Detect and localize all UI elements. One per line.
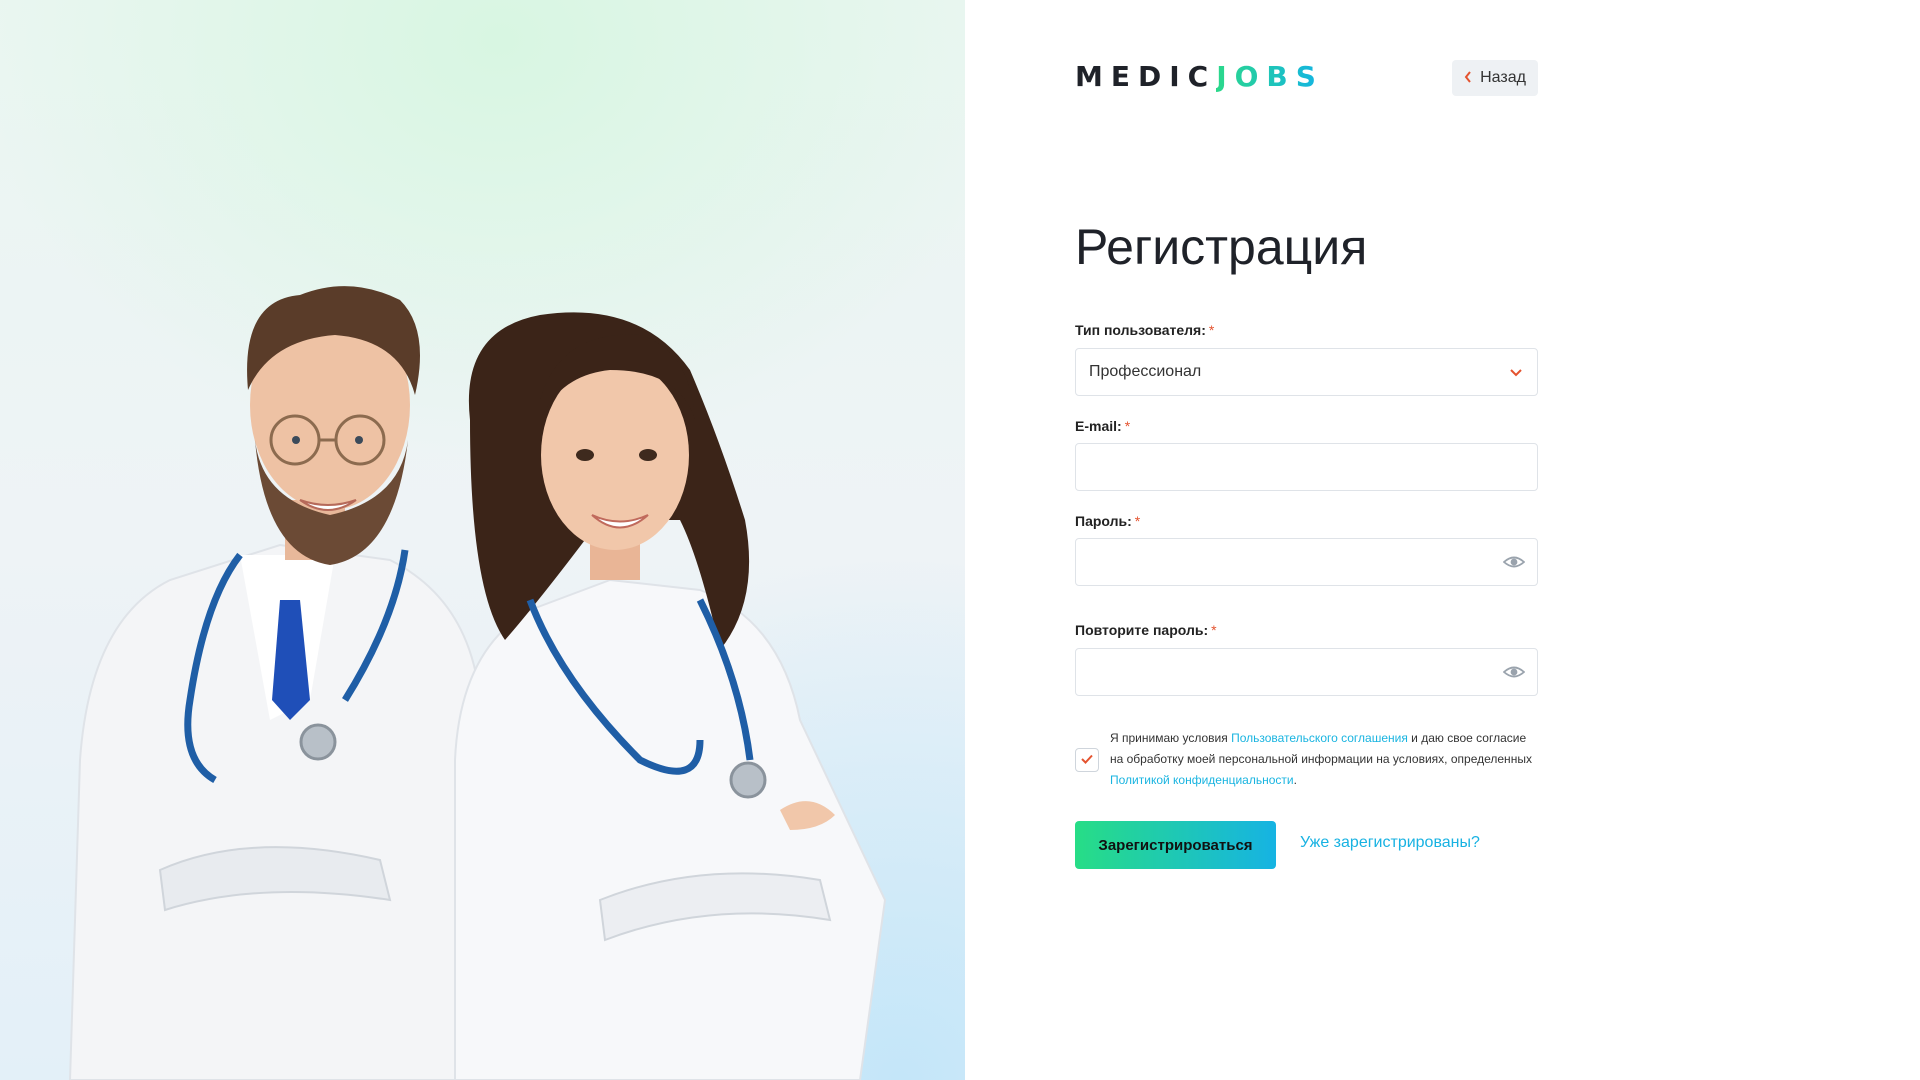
- hero-image-panel: [0, 0, 965, 1080]
- password-repeat-label-text: Повторите пароль:: [1075, 622, 1209, 638]
- required-mark: *: [1124, 418, 1131, 434]
- email-field[interactable]: [1076, 444, 1537, 490]
- required-mark: *: [1208, 322, 1215, 338]
- eye-icon[interactable]: [1502, 663, 1526, 686]
- logo-part-1: MEDIC: [1075, 60, 1217, 93]
- password-repeat-field[interactable]: [1076, 649, 1537, 695]
- back-button-label: Назад: [1480, 69, 1526, 86]
- email-field-wrapper: [1075, 443, 1538, 491]
- password-repeat-label: Повторите пароль: *: [1075, 622, 1217, 638]
- required-mark: *: [1211, 622, 1217, 638]
- chevron-left-icon: [1464, 70, 1472, 86]
- required-mark: *: [1134, 513, 1141, 529]
- consent-text-1: Я принимаю условия: [1110, 731, 1232, 745]
- female-doctor: [454, 312, 887, 1080]
- consent-text-3: .: [1293, 773, 1297, 787]
- privacy-policy-link[interactable]: Политикой конфиденциальности: [1110, 773, 1294, 787]
- checkmark-icon: [1081, 751, 1093, 769]
- consent-text: Я принимаю условия Пользовательского сог…: [1110, 728, 1540, 791]
- user-type-label: Тип пользователя: *: [1075, 322, 1214, 338]
- password-field[interactable]: [1076, 539, 1537, 585]
- password-label: Пароль: *: [1075, 513, 1140, 529]
- password-label-text: Пароль:: [1075, 513, 1132, 529]
- register-button[interactable]: Зарегистрироваться: [1075, 821, 1276, 869]
- password-repeat-field-wrapper: [1075, 648, 1538, 696]
- male-doctor: [68, 286, 482, 1080]
- page-title: Регистрация: [1075, 219, 1368, 275]
- user-type-select[interactable]: Профессионал: [1075, 348, 1538, 396]
- user-agreement-link[interactable]: Пользовательского соглашения: [1231, 731, 1408, 745]
- email-label-text: E-mail:: [1075, 418, 1122, 434]
- medicjobs-logo[interactable]: MEDICJOBS: [1075, 60, 1324, 93]
- chevron-down-icon: [1509, 362, 1523, 387]
- user-type-value: Профессионал: [1089, 363, 1202, 380]
- user-type-label-text: Тип пользователя:: [1075, 322, 1206, 338]
- back-button[interactable]: Назад: [1452, 60, 1538, 96]
- consent-checkbox[interactable]: [1075, 748, 1099, 772]
- password-field-wrapper: [1075, 538, 1538, 586]
- eye-icon[interactable]: [1502, 553, 1526, 576]
- doctors-illustration: [68, 286, 887, 1080]
- email-label: E-mail: *: [1075, 418, 1130, 434]
- already-registered-link[interactable]: Уже зарегистрированы?: [1300, 834, 1480, 852]
- logo-part-2: JOBS: [1216, 60, 1324, 93]
